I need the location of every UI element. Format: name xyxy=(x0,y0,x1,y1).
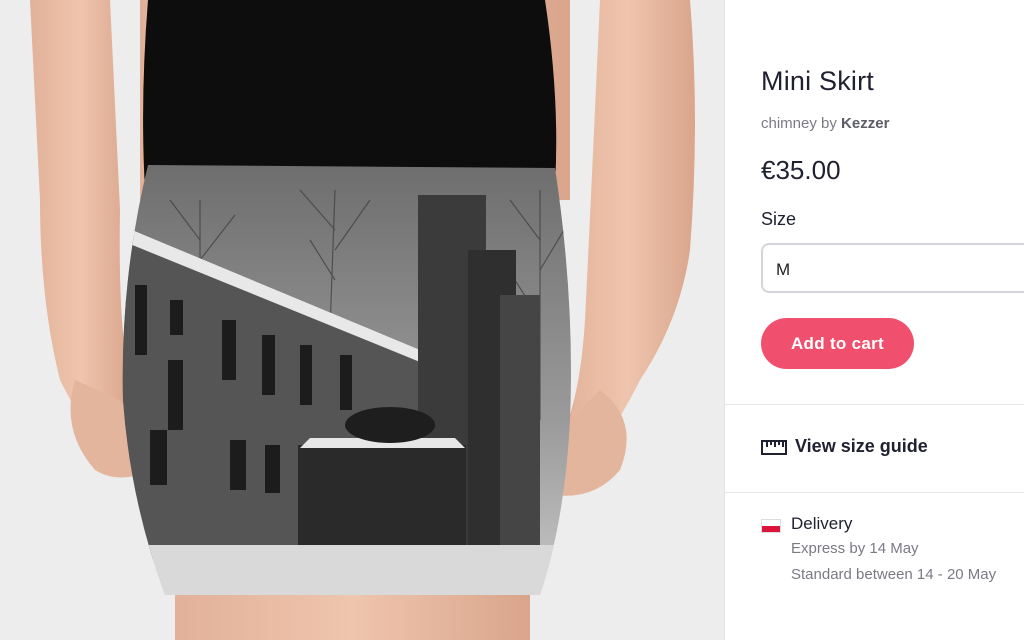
size-selected-value: M xyxy=(776,260,791,279)
byline-prefix: chimney by xyxy=(761,115,837,132)
divider xyxy=(725,492,1024,493)
right-arm xyxy=(560,0,695,470)
product-byline: chimney by Kezzer xyxy=(761,115,889,132)
product-price: €35.00 xyxy=(761,155,841,185)
delivery-express: Express by 14 May xyxy=(791,540,919,557)
size-label: Size xyxy=(761,209,797,229)
size-guide-label: View size guide xyxy=(795,436,928,456)
size-guide-link[interactable]: View size guide xyxy=(761,436,928,457)
product-title: Mini Skirt xyxy=(761,66,875,96)
skirt-print xyxy=(122,165,571,595)
product-image xyxy=(0,0,724,640)
divider xyxy=(725,404,1024,405)
artist-link[interactable]: Kezzer xyxy=(841,115,889,132)
black-top xyxy=(143,0,557,194)
ruler-icon xyxy=(761,439,787,455)
product-panel: Mini Skirt chimney by Kezzer €35.00 Size… xyxy=(724,0,1024,640)
delivery-standard: Standard between 14 - 20 May xyxy=(791,566,997,583)
delivery-title: Delivery xyxy=(791,514,853,533)
poland-flag-icon xyxy=(761,519,781,533)
size-select[interactable]: M xyxy=(761,243,1024,293)
add-to-cart-button[interactable]: Add to cart xyxy=(761,318,914,369)
skirt-photo-illustration xyxy=(30,0,695,640)
